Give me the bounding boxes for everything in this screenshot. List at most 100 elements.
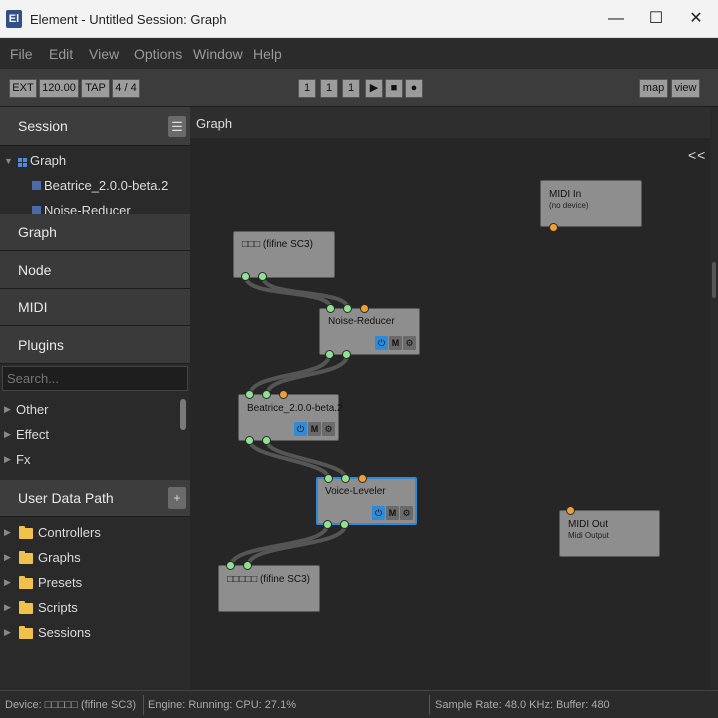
position-beat[interactable]: 1 bbox=[320, 79, 338, 98]
tree-item-noise-reducer[interactable]: Noise-Reducer bbox=[44, 203, 131, 214]
audio-out-port[interactable] bbox=[262, 436, 271, 445]
category-effect[interactable]: Effect bbox=[16, 427, 49, 442]
caret-right-icon[interactable]: ▶ bbox=[4, 527, 11, 538]
menu-help[interactable]: Help bbox=[253, 46, 282, 62]
caret-right-icon[interactable]: ▶ bbox=[4, 454, 11, 465]
audio-out-port[interactable] bbox=[342, 350, 351, 359]
menu-edit[interactable]: Edit bbox=[49, 46, 73, 62]
section-graph[interactable]: Graph bbox=[0, 214, 190, 251]
ext-sync-button[interactable]: EXT bbox=[9, 79, 37, 98]
user-data-header[interactable]: User Data Path bbox=[0, 480, 190, 517]
stop-icon[interactable]: ■ bbox=[385, 79, 403, 98]
minimize-button[interactable]: — bbox=[602, 8, 630, 30]
scroll-thumb[interactable] bbox=[712, 262, 716, 298]
position-bar[interactable]: 1 bbox=[298, 79, 316, 98]
position-tick[interactable]: 1 bbox=[342, 79, 360, 98]
audio-out-port[interactable] bbox=[245, 436, 254, 445]
close-button[interactable]: ✕ bbox=[682, 8, 710, 30]
graph-scrollbar[interactable] bbox=[710, 107, 718, 690]
maximize-button[interactable]: ☐ bbox=[642, 8, 670, 30]
menu-file[interactable]: File bbox=[10, 46, 33, 62]
node-audio-output[interactable]: □□□□□ (fifine SC3) bbox=[218, 565, 320, 612]
play-icon[interactable]: ▶ bbox=[365, 79, 383, 98]
caret-right-icon[interactable]: ▶ bbox=[4, 602, 11, 613]
gear-icon[interactable]: ⚙ bbox=[322, 422, 335, 436]
power-icon[interactable]: ⏻ bbox=[375, 336, 388, 350]
menu-icon[interactable]: ☰ bbox=[168, 116, 186, 137]
power-icon[interactable]: ⏻ bbox=[294, 422, 307, 436]
power-icon[interactable]: ⏻ bbox=[372, 506, 385, 520]
audio-in-port[interactable] bbox=[262, 390, 271, 399]
folder-sessions[interactable]: Sessions bbox=[38, 625, 91, 640]
tree-caret-icon[interactable]: ▼ bbox=[4, 156, 13, 166]
midi-out-port[interactable] bbox=[549, 223, 558, 232]
node-voice-leveler[interactable]: Voice-Leveler ⏻ M ⚙ bbox=[316, 477, 417, 525]
audio-out-port[interactable] bbox=[258, 272, 267, 281]
mute-button[interactable]: M bbox=[308, 422, 321, 436]
record-icon[interactable]: ● bbox=[405, 79, 423, 98]
audio-out-port[interactable] bbox=[241, 272, 250, 281]
tree-root-graph[interactable]: Graph bbox=[30, 153, 66, 168]
menu-view[interactable]: View bbox=[89, 46, 119, 62]
gear-icon[interactable]: ⚙ bbox=[400, 506, 413, 520]
node-midi-out[interactable]: MIDI Out Midi Output bbox=[559, 510, 660, 557]
audio-out-port[interactable] bbox=[325, 350, 334, 359]
folder-graphs[interactable]: Graphs bbox=[38, 550, 81, 565]
folder-controllers[interactable]: Controllers bbox=[38, 525, 101, 540]
midi-in-port[interactable] bbox=[360, 304, 369, 313]
section-plugins[interactable]: Plugins bbox=[0, 326, 190, 364]
audio-in-port[interactable] bbox=[341, 474, 350, 483]
add-icon[interactable]: + bbox=[168, 487, 186, 509]
category-other[interactable]: Other bbox=[16, 402, 49, 417]
caret-right-icon[interactable]: ▶ bbox=[4, 429, 11, 440]
caret-right-icon[interactable]: ▶ bbox=[4, 552, 11, 563]
audio-in-port[interactable] bbox=[324, 474, 333, 483]
folder-scripts[interactable]: Scripts bbox=[38, 600, 78, 615]
node-title: MIDI Out bbox=[568, 519, 609, 530]
caret-right-icon[interactable]: ▶ bbox=[4, 577, 11, 588]
audio-in-port[interactable] bbox=[243, 561, 252, 570]
node-title: Beatrice_2.0.0-beta.2 bbox=[247, 403, 343, 414]
caret-right-icon[interactable]: ▶ bbox=[4, 404, 11, 415]
audio-out-port[interactable] bbox=[340, 520, 349, 529]
app-icon: El bbox=[6, 10, 22, 28]
window-title: Element - Untitled Session: Graph bbox=[30, 12, 227, 27]
category-fx[interactable]: Fx bbox=[16, 452, 30, 467]
midi-in-port[interactable] bbox=[279, 390, 288, 399]
folder-presets[interactable]: Presets bbox=[38, 575, 82, 590]
menu-options[interactable]: Options bbox=[134, 46, 182, 62]
node-audio-input[interactable]: □□□ (fifine SC3) bbox=[233, 231, 335, 278]
graph-canvas[interactable]: << MIDI In (no device) □□□ (fifine SC3) … bbox=[190, 138, 710, 690]
tempo-field[interactable]: 120.00 bbox=[39, 79, 79, 98]
tree-item-beatrice[interactable]: Beatrice_2.0.0-beta.2 bbox=[44, 178, 168, 193]
menu-window[interactable]: Window bbox=[193, 46, 243, 62]
section-midi[interactable]: MIDI bbox=[0, 289, 190, 326]
section-node[interactable]: Node bbox=[0, 251, 190, 289]
audio-in-port[interactable] bbox=[226, 561, 235, 570]
caret-right-icon[interactable]: ▶ bbox=[4, 627, 11, 638]
audio-in-port[interactable] bbox=[245, 390, 254, 399]
mute-button[interactable]: M bbox=[389, 336, 402, 350]
time-signature-field[interactable]: 4 / 4 bbox=[112, 79, 140, 98]
session-tree: ▼ Graph Beatrice_2.0.0-beta.2 Noise-Redu… bbox=[0, 146, 190, 214]
audio-in-port[interactable] bbox=[326, 304, 335, 313]
plugin-search-input[interactable] bbox=[2, 366, 188, 391]
gear-icon[interactable]: ⚙ bbox=[403, 336, 416, 350]
node-beatrice[interactable]: Beatrice_2.0.0-beta.2 ⏻ M ⚙ bbox=[238, 394, 343, 441]
wire-beatrice-to-leveler-r bbox=[265, 440, 348, 480]
audio-in-port[interactable] bbox=[343, 304, 352, 313]
session-title: Session bbox=[18, 118, 68, 134]
midi-in-port[interactable] bbox=[358, 474, 367, 483]
mute-button[interactable]: M bbox=[386, 506, 399, 520]
node-midi-in[interactable]: MIDI In (no device) bbox=[540, 180, 642, 227]
node-noise-reducer[interactable]: Noise-Reducer ⏻ M ⚙ bbox=[319, 308, 420, 355]
session-header[interactable]: Session bbox=[0, 107, 190, 146]
tap-tempo-button[interactable]: TAP bbox=[81, 79, 110, 98]
audio-out-port[interactable] bbox=[323, 520, 332, 529]
status-divider bbox=[429, 695, 430, 715]
view-button[interactable]: view bbox=[671, 79, 700, 98]
map-button[interactable]: map bbox=[639, 79, 668, 98]
midi-in-port[interactable] bbox=[566, 506, 575, 515]
plugin-list-scrollbar[interactable] bbox=[180, 399, 186, 430]
node-icon bbox=[32, 181, 41, 190]
